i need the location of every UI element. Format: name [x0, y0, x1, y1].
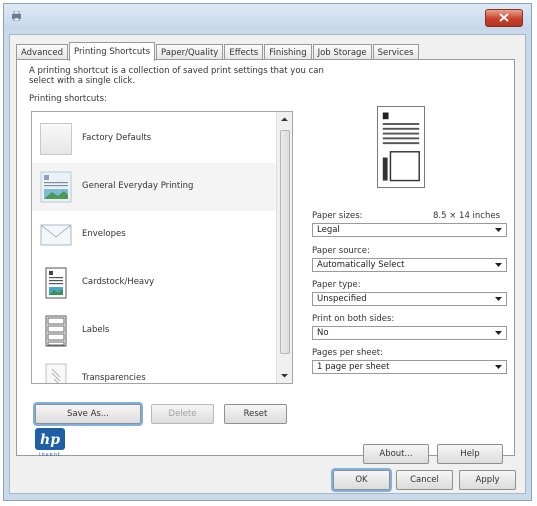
cancel-button[interactable]: Cancel: [396, 470, 453, 490]
envelope-icon: [40, 224, 72, 246]
list-item-envelopes[interactable]: Envelopes: [32, 211, 278, 259]
dropdown-arrow-icon: [495, 331, 502, 335]
factory-defaults-icon: [40, 123, 72, 155]
printing-shortcuts-panel: A printing shortcut is a collection of s…: [16, 59, 515, 464]
dialog-client-area: Advanced Printing Shortcuts Paper/Qualit…: [9, 34, 526, 494]
print-on-both-sides-value: No: [317, 328, 329, 338]
list-item-cardstock-heavy[interactable]: Cardstock/Heavy: [32, 259, 278, 307]
printing-shortcuts-label: Printing shortcuts:: [29, 94, 107, 104]
general-everyday-printing-icon: [40, 171, 72, 203]
list-item-transparencies[interactable]: Transparencies: [32, 355, 278, 383]
hp-logo: hp invent: [35, 428, 65, 458]
list-item-label: Cardstock/Heavy: [82, 277, 155, 287]
svg-text:hp: hp: [40, 432, 60, 448]
list-item-label: Transparencies: [82, 373, 146, 383]
labels-icon: [45, 315, 67, 347]
list-item-label: Factory Defaults: [82, 133, 152, 143]
printer-properties-window: Advanced Printing Shortcuts Paper/Qualit…: [3, 3, 532, 501]
pages-per-sheet-label: Pages per sheet:: [312, 348, 384, 358]
paper-size-value: Legal: [317, 225, 340, 235]
tab-strip: Advanced Printing Shortcuts Paper/Qualit…: [16, 42, 420, 61]
cardstock-icon: [45, 267, 67, 299]
printer-icon: [12, 11, 21, 21]
paper-source-select[interactable]: Automatically Select: [312, 258, 507, 272]
close-button[interactable]: [485, 9, 523, 27]
dropdown-arrow-icon: [495, 297, 502, 301]
paper-type-label: Paper type:: [312, 280, 361, 290]
tab-printing-shortcuts[interactable]: Printing Shortcuts: [69, 42, 156, 61]
description-text: A printing shortcut is a collection of s…: [29, 66, 324, 86]
hp-logo-icon: hp: [35, 428, 65, 450]
list-item-factory-defaults[interactable]: Factory Defaults: [32, 115, 278, 163]
print-on-both-sides-label: Print on both sides:: [312, 314, 395, 324]
list-item-label: Envelopes: [82, 229, 126, 239]
list-item-general-everyday-printing[interactable]: General Everyday Printing: [32, 163, 278, 211]
reset-button[interactable]: Reset: [224, 404, 287, 424]
dropdown-arrow-icon: [495, 365, 502, 369]
title-bar: [4, 4, 531, 30]
apply-button[interactable]: Apply: [459, 470, 516, 490]
pages-per-sheet-value: 1 page per sheet: [317, 362, 390, 372]
hp-tagline: invent: [39, 452, 61, 458]
ok-button[interactable]: OK: [333, 470, 390, 490]
dropdown-arrow-icon: [495, 263, 502, 267]
transparencies-icon: [45, 363, 67, 383]
help-button[interactable]: Help: [437, 444, 503, 464]
scroll-thumb[interactable]: [280, 130, 290, 354]
pages-per-sheet-select[interactable]: 1 page per sheet: [312, 360, 507, 374]
paper-source-label: Paper source:: [312, 246, 370, 256]
document-preview-icon: [377, 106, 425, 188]
about-button[interactable]: About...: [363, 444, 429, 464]
paper-size-dimensions: 8.5 × 14 inches: [433, 211, 501, 221]
paper-sizes-label: Paper sizes:: [312, 211, 363, 221]
paper-size-select[interactable]: Legal: [312, 223, 507, 237]
paper-source-value: Automatically Select: [317, 260, 405, 270]
scroll-up-arrow-icon[interactable]: [277, 112, 292, 127]
paper-type-select[interactable]: Unspecified: [312, 292, 507, 306]
dropdown-arrow-icon: [495, 228, 502, 232]
list-item-label: Labels: [82, 325, 110, 335]
list-item-label: General Everyday Printing: [82, 181, 194, 191]
list-scrollbar[interactable]: [276, 112, 292, 383]
close-icon: [499, 13, 509, 22]
print-on-both-sides-select[interactable]: No: [312, 326, 507, 340]
printing-shortcuts-list[interactable]: Factory Defaults General Everyday Printi…: [31, 111, 293, 384]
save-as-button[interactable]: Save As...: [35, 404, 141, 424]
list-item-labels[interactable]: Labels: [32, 307, 278, 355]
scroll-down-arrow-icon[interactable]: [277, 368, 292, 383]
delete-button[interactable]: Delete: [151, 404, 214, 424]
paper-type-value: Unspecified: [317, 294, 367, 304]
